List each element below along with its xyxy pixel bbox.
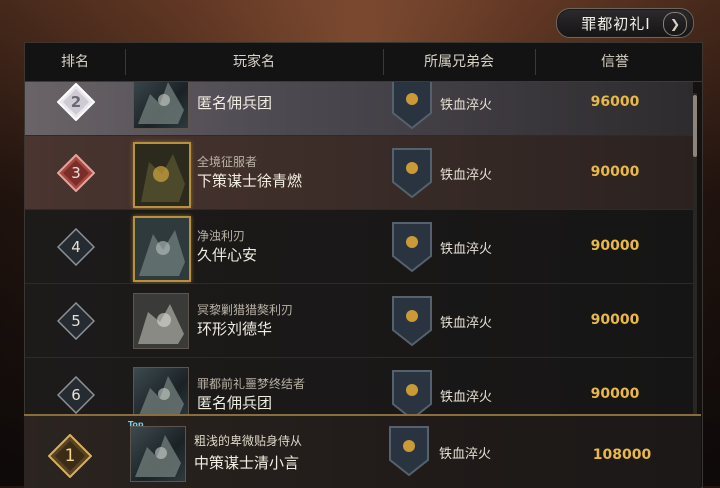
player-name: 中策谋士清小言 bbox=[194, 454, 300, 472]
guild-name: 铁血淬火 bbox=[440, 390, 493, 405]
prestige-score: 90000 bbox=[590, 386, 640, 402]
player-name: 环形刘德华 bbox=[197, 320, 273, 338]
guild-name: 铁血淬火 bbox=[440, 168, 493, 183]
prestige-score: 90000 bbox=[590, 312, 640, 328]
prestige-score: 90000 bbox=[590, 238, 640, 254]
rank-badge-bronze: 3 bbox=[57, 154, 95, 192]
season-selector-button[interactable]: 罪都初礼Ⅰ ❯ bbox=[556, 8, 694, 38]
table-row[interactable]: 3 全境征服者 下策谋士徐青燃 铁血淬火 90000 bbox=[25, 136, 693, 210]
player-title: 全境征服者 bbox=[197, 155, 258, 169]
player-title: 罪都前礼噩梦终结者 bbox=[197, 377, 306, 391]
table-row[interactable]: 5 冥黎剿猎猎獒利刃 环形刘德华 铁血淬火 90000 bbox=[25, 284, 693, 358]
my-rank-row[interactable]: 1 Top 粗浅的卑微贴身侍从 中策谋士清小言 铁血淬火 108000 bbox=[24, 414, 701, 488]
guild-shield-icon bbox=[392, 82, 432, 130]
scrollbar-thumb[interactable] bbox=[693, 95, 697, 157]
player-avatar[interactable] bbox=[130, 426, 186, 482]
player-avatar[interactable] bbox=[133, 216, 191, 282]
prestige-score: 90000 bbox=[590, 164, 640, 180]
header-rank: 排名 bbox=[61, 54, 89, 70]
prestige-score: 96000 bbox=[590, 94, 640, 110]
rank-badge: 5 bbox=[57, 302, 95, 340]
guild-shield-icon bbox=[392, 148, 432, 199]
header-guild: 所属兄弟会 bbox=[424, 54, 494, 70]
guild-name: 铁血淬火 bbox=[440, 316, 493, 331]
table-header: 排名 玩家名 所属兄弟会 信誉 bbox=[25, 43, 702, 82]
rank-badge-gold: 1 bbox=[48, 434, 92, 478]
player-name: 匿名佣兵团 bbox=[197, 394, 273, 412]
player-avatar[interactable] bbox=[133, 82, 189, 129]
player-avatar[interactable] bbox=[133, 293, 189, 349]
rank-badge-silver: 2 bbox=[57, 83, 95, 121]
guild-name: 铁血淬火 bbox=[439, 447, 492, 462]
player-name: 久伴心安 bbox=[197, 246, 258, 264]
guild-shield-icon bbox=[392, 222, 432, 273]
table-row[interactable]: 4 净浊利刃 久伴心安 铁血淬火 90000 bbox=[25, 210, 693, 284]
player-name: 匿名佣兵团 bbox=[197, 94, 273, 112]
guild-shield-icon bbox=[392, 296, 432, 347]
guild-shield-icon bbox=[389, 426, 429, 477]
rank-badge: 6 bbox=[57, 376, 95, 414]
table-row[interactable]: 2 匿名佣兵团 铁血淬火 96000 bbox=[25, 82, 693, 136]
guild-name: 铁血淬火 bbox=[440, 242, 493, 257]
rank-badge: 4 bbox=[57, 228, 95, 266]
player-title: 粗浅的卑微贴身侍从 bbox=[194, 434, 303, 448]
header-player: 玩家名 bbox=[233, 54, 275, 70]
prestige-score: 108000 bbox=[592, 447, 652, 463]
header-prestige: 信誉 bbox=[601, 54, 629, 70]
player-avatar[interactable] bbox=[133, 142, 191, 208]
player-title: 冥黎剿猎猎獒利刃 bbox=[197, 303, 294, 317]
season-label: 罪都初礼Ⅰ bbox=[581, 14, 651, 33]
guild-name: 铁血淬火 bbox=[440, 98, 493, 113]
player-title: 净浊利刃 bbox=[197, 229, 246, 243]
chevron-right-icon: ❯ bbox=[663, 12, 687, 36]
player-name: 下策谋士徐青燃 bbox=[197, 172, 303, 190]
